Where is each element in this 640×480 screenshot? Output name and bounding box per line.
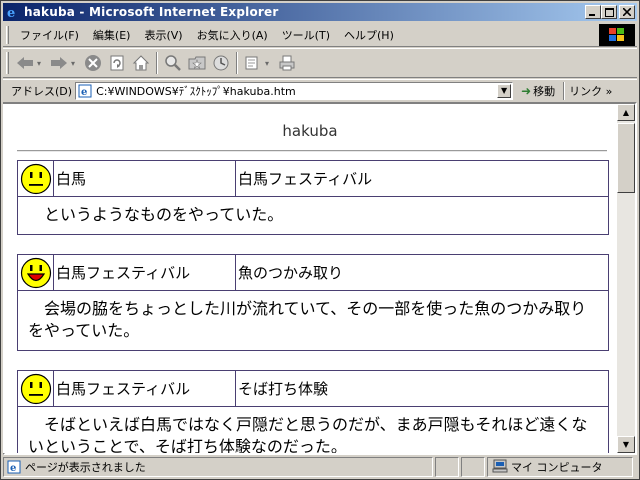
- entry-topic: 魚のつかみ取り: [238, 264, 344, 282]
- history-icon[interactable]: [209, 51, 233, 75]
- svg-text:e: e: [7, 6, 15, 19]
- menu-file[interactable]: ファイル(F): [13, 27, 86, 43]
- address-dropdown-button[interactable]: ▼: [497, 83, 512, 98]
- address-value: C:¥WINDOWS¥ﾃﾞｽｸﾄｯﾌﾟ¥hakuba.htm: [96, 84, 296, 98]
- address-input[interactable]: e C:¥WINDOWS¥ﾃﾞｽｸﾄｯﾌﾟ¥hakuba.htm ▼: [75, 81, 514, 100]
- face-cell: [18, 255, 54, 290]
- entry-body: というようなものをやっていた。: [44, 205, 284, 224]
- links-separator: [563, 81, 566, 100]
- standard-toolbar: ▾ ▾ ▾: [3, 48, 637, 78]
- menu-view[interactable]: 表示(V): [137, 27, 189, 43]
- face-cell: [18, 371, 54, 406]
- menu-tools[interactable]: ツール(T): [275, 27, 337, 43]
- entry-location: 白馬フェスティバル: [54, 255, 236, 290]
- go-label: 移動: [533, 84, 556, 98]
- search-icon[interactable]: [161, 51, 185, 75]
- svg-text:e: e: [81, 87, 87, 98]
- menu-bar: ファイル(F) 編集(E) 表示(V) お気に入り(A) ツール(T) ヘルプ(…: [3, 23, 637, 47]
- page-icon: e: [77, 83, 93, 99]
- menu-edit[interactable]: 編集(E): [86, 27, 138, 43]
- entry-body: そばといえば白馬ではなく戸隠だと思うのだが、まあ戸隠もそれほど遠くないということ…: [28, 415, 588, 453]
- entry-location: 白馬フェスティバル: [54, 371, 236, 406]
- face-cell: [18, 161, 54, 196]
- back-arrow-icon[interactable]: [13, 51, 37, 75]
- scroll-up-button[interactable]: ▲: [617, 104, 635, 121]
- svg-text:e: e: [10, 463, 16, 474]
- page-done-icon: e: [6, 459, 22, 475]
- toolbar-separator: [236, 52, 238, 74]
- scroll-down-button[interactable]: ▼: [617, 436, 635, 453]
- entry-table: 白馬 白馬フェスティバル というようなものをやっていた。: [17, 160, 609, 235]
- maximize-button[interactable]: [601, 5, 617, 19]
- neutral-face-icon: [20, 373, 51, 404]
- toolbar-separator: [156, 52, 158, 74]
- browser-window: e hakuba - Microsoft Internet Explorer フ…: [0, 0, 640, 480]
- computer-icon: [492, 459, 508, 476]
- toolbar-grip[interactable]: [6, 52, 9, 74]
- scroll-thumb[interactable]: [617, 123, 635, 193]
- minimize-button[interactable]: [585, 5, 601, 19]
- entry-header-row: 白馬フェスティバル 魚のつかみ取り: [18, 255, 608, 291]
- horizontal-rule: [17, 150, 607, 152]
- address-label: アドレス(D): [11, 84, 73, 98]
- mail-dropdown-icon[interactable]: ▾: [265, 59, 275, 68]
- address-bar: アドレス(D) e C:¥WINDOWS¥ﾃﾞｽｸﾄｯﾌﾟ¥hakuba.htm…: [3, 79, 637, 101]
- close-button[interactable]: [619, 5, 635, 19]
- favorites-icon[interactable]: [185, 51, 209, 75]
- windows-logo-icon: [599, 24, 635, 46]
- status-bar: e ページが表示されました マイ コンピュータ: [3, 457, 637, 477]
- menu-help[interactable]: ヘルプ(H): [337, 27, 401, 43]
- page-title: hakuba: [282, 122, 338, 140]
- happy-face-icon: [20, 257, 51, 288]
- go-arrow-icon: ➜: [521, 83, 532, 98]
- window-title: hakuba - Microsoft Internet Explorer: [24, 5, 279, 19]
- entry-topic: 白馬フェスティバル: [238, 170, 373, 188]
- home-icon[interactable]: [129, 51, 153, 75]
- window-controls: [585, 5, 635, 19]
- entry-topic: そば打ち体験: [238, 380, 329, 398]
- security-zone-label: マイ コンピュータ: [511, 461, 603, 474]
- back-dropdown-icon[interactable]: ▾: [37, 59, 47, 68]
- status-panel-empty: [461, 457, 485, 477]
- status-message: ページが表示されました: [25, 461, 146, 474]
- status-panel-empty: [435, 457, 459, 477]
- entry-table: 白馬フェスティバル 魚のつかみ取り 会場の脇をちょっとした川が流れていて、その一…: [17, 254, 609, 351]
- go-button[interactable]: ➜ 移動: [521, 83, 555, 99]
- forward-dropdown-icon[interactable]: ▾: [71, 59, 81, 68]
- page-viewport[interactable]: hakuba 白馬 白馬フェスティバル というようなものをやっていた。 白馬フェ…: [3, 104, 617, 453]
- ie-logo-icon: e: [5, 4, 21, 20]
- status-message-panel: e ページが表示されました: [3, 457, 433, 477]
- mail-icon[interactable]: [241, 51, 265, 75]
- print-icon[interactable]: [275, 51, 299, 75]
- entry-location: 白馬: [54, 161, 236, 196]
- title-bar[interactable]: e hakuba - Microsoft Internet Explorer: [3, 3, 637, 21]
- entry-body: 会場の脇をちょっとした川が流れていて、その一部を使った魚のつかみ取りをやっていた…: [28, 299, 587, 340]
- forward-arrow-icon[interactable]: [47, 51, 71, 75]
- links-button[interactable]: リンク »: [569, 83, 612, 99]
- menu-grip[interactable]: [6, 25, 9, 44]
- vertical-scrollbar[interactable]: ▲ ▼: [617, 104, 635, 453]
- entry-header-row: 白馬フェスティバル そば打ち体験: [18, 371, 608, 407]
- entry-header-row: 白馬 白馬フェスティバル: [18, 161, 608, 197]
- refresh-icon[interactable]: [105, 51, 129, 75]
- stop-icon[interactable]: [81, 51, 105, 75]
- menu-favorites[interactable]: お気に入り(A): [190, 27, 275, 43]
- neutral-face-icon: [20, 163, 51, 194]
- entry-table: 白馬フェスティバル そば打ち体験 そばといえば白馬ではなく戸隠だと思うのだが、ま…: [17, 370, 609, 453]
- security-zone-panel: マイ コンピュータ: [487, 457, 633, 477]
